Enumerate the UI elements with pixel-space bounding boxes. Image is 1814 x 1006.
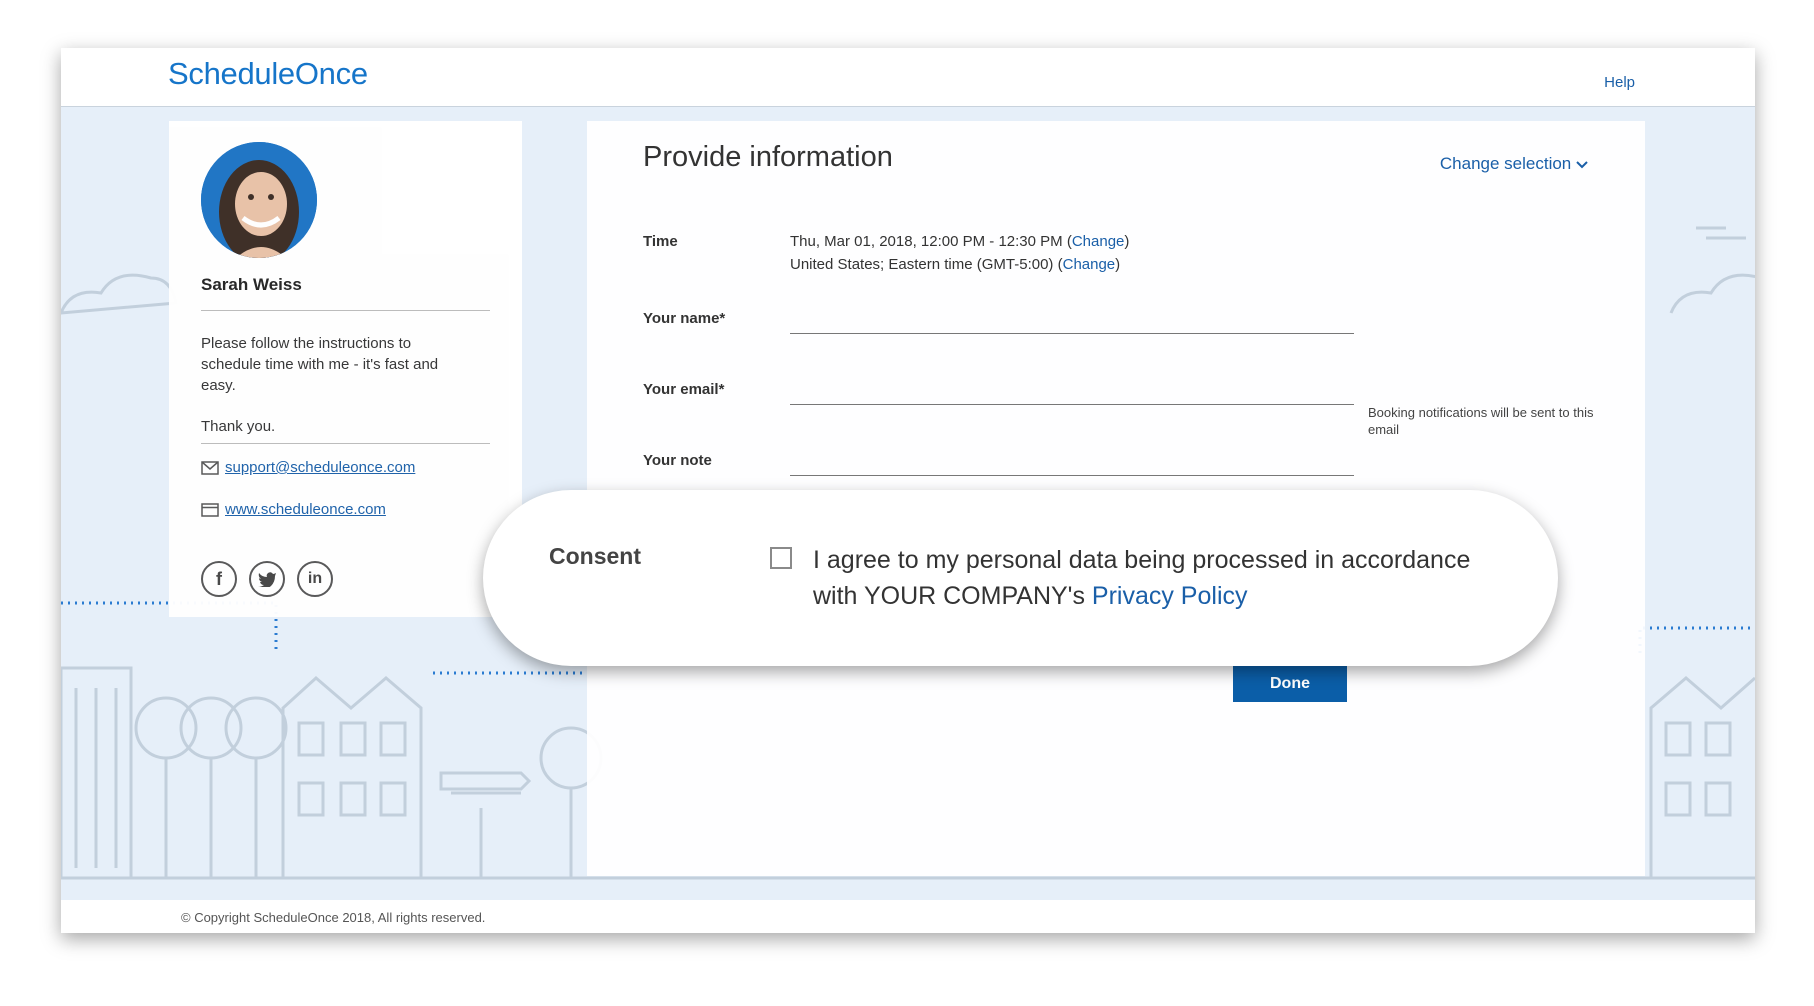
email-link[interactable]: support@scheduleonce.com — [201, 459, 415, 476]
done-button[interactable]: Done — [1233, 666, 1347, 702]
social-links: f in — [201, 561, 333, 597]
name-label: Your name* — [643, 310, 726, 327]
consent-label: Consent — [549, 543, 641, 569]
mail-icon — [201, 460, 219, 475]
email-hint: Booking notifications will be sent to th… — [1368, 405, 1594, 437]
time-value: Thu, Mar 01, 2018, 12:00 PM - 12:30 PM (… — [790, 233, 1130, 250]
email-field[interactable] — [790, 374, 1354, 405]
divider — [201, 310, 490, 311]
change-timezone-link[interactable]: Change — [1063, 256, 1116, 273]
top-bar: ScheduleOnce Help — [61, 48, 1755, 107]
name-field[interactable] — [790, 303, 1354, 334]
logo[interactable]: ScheduleOnce — [168, 56, 368, 92]
profile-card: Sarah Weiss Please follow the instructio… — [169, 121, 522, 617]
twitter-icon[interactable] — [249, 561, 285, 597]
consent-text: I agree to my personal data being proces… — [813, 542, 1513, 614]
time-text: Thu, Mar 01, 2018, 12:00 PM - 12:30 PM — [790, 233, 1063, 250]
footer: © Copyright ScheduleOnce 2018, All right… — [61, 900, 1755, 933]
bird-icon — [258, 572, 276, 587]
chevron-down-icon — [1576, 161, 1588, 169]
browser-icon — [201, 502, 219, 517]
website-link[interactable]: www.scheduleonce.com — [201, 501, 386, 518]
host-thanks: Thank you. — [201, 418, 276, 435]
change-selection-label: Change selection — [1439, 154, 1572, 173]
help-link[interactable]: Help — [1604, 74, 1635, 91]
website-text: www.scheduleonce.com — [225, 501, 386, 518]
avatar-image — [201, 142, 317, 258]
timezone-value: United States; Eastern time (GMT-5:00) (… — [790, 256, 1121, 273]
avatar — [201, 142, 317, 258]
linkedin-icon[interactable]: in — [297, 561, 333, 597]
timezone-text: United States; Eastern time (GMT-5:00) — [790, 256, 1054, 273]
note-label: Your note — [643, 452, 712, 469]
facebook-icon[interactable]: f — [201, 561, 237, 597]
copyright: © Copyright ScheduleOnce 2018, All right… — [181, 910, 486, 925]
privacy-policy-link[interactable]: Privacy Policy — [1092, 582, 1248, 610]
consent-checkbox[interactable] — [770, 547, 792, 569]
change-time-link[interactable]: Change — [1072, 233, 1125, 250]
host-description: Please follow the instructions to schedu… — [201, 335, 439, 394]
email-text: support@scheduleonce.com — [225, 459, 416, 476]
divider — [201, 443, 490, 444]
host-name: Sarah Weiss — [201, 275, 302, 294]
change-selection-button[interactable]: Change selection — [1440, 154, 1588, 174]
time-label: Time — [643, 233, 678, 250]
form-title: Provide information — [643, 141, 893, 173]
note-field[interactable] — [790, 445, 1354, 476]
consent-callout: Consent I agree to my personal data bein… — [483, 490, 1558, 666]
email-label: Your email* — [643, 381, 725, 398]
